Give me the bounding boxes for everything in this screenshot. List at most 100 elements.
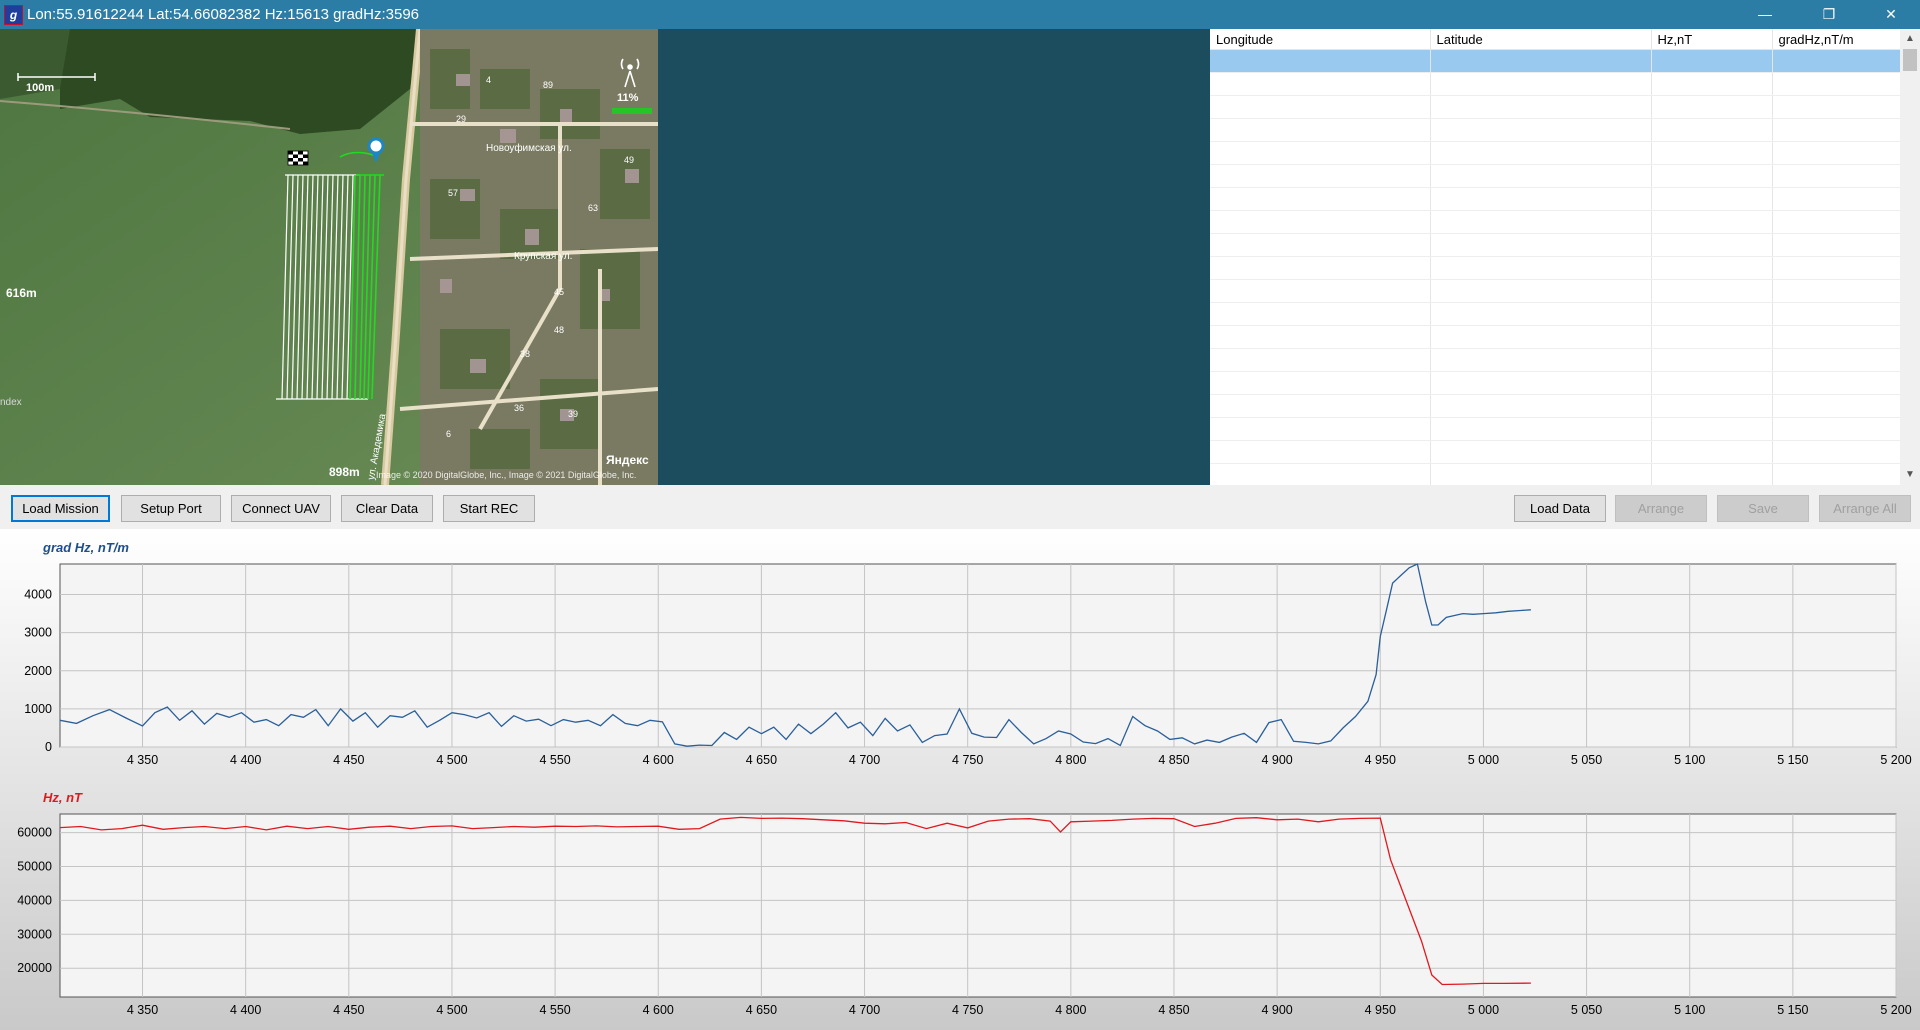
table-cell[interactable] <box>1772 95 1901 119</box>
table-cell[interactable] <box>1651 348 1773 372</box>
table-row[interactable] <box>1210 141 1901 165</box>
restore-icon[interactable]: ❐ <box>1806 0 1852 29</box>
grid-scrollbar[interactable]: ▲ ▼ <box>1900 29 1920 485</box>
close-icon[interactable]: ✕ <box>1868 0 1914 29</box>
gradhz-chart[interactable]: 4 350 4 400 4 450 4 500 4 550 4 600 4 650 4 700… <box>0 529 1920 779</box>
table-cell[interactable] <box>1651 302 1773 326</box>
table-cell[interactable] <box>1430 279 1652 303</box>
table-cell[interactable] <box>1210 256 1431 280</box>
table-row[interactable] <box>1210 118 1901 142</box>
table-row[interactable] <box>1210 394 1901 418</box>
table-cell[interactable] <box>1772 325 1901 349</box>
table-cell[interactable] <box>1210 394 1431 418</box>
table-cell[interactable] <box>1210 279 1431 303</box>
hz-chart[interactable]: 4 350 4 400 4 450 4 500 4 550 4 600 4 650 4 700… <box>0 779 1920 1030</box>
table-cell[interactable] <box>1430 302 1652 326</box>
table-cell[interactable] <box>1210 348 1431 372</box>
table-row[interactable] <box>1210 233 1901 257</box>
table-cell[interactable] <box>1430 417 1652 441</box>
grid-body[interactable] <box>1210 49 1901 485</box>
table-cell[interactable] <box>1210 463 1431 485</box>
table-cell[interactable] <box>1651 210 1773 234</box>
table-cell[interactable] <box>1651 233 1773 257</box>
table-row[interactable] <box>1210 256 1901 280</box>
table-cell[interactable] <box>1772 256 1901 280</box>
table-row[interactable] <box>1210 279 1901 303</box>
table-cell[interactable] <box>1651 394 1773 418</box>
table-cell[interactable] <box>1651 417 1773 441</box>
table-cell[interactable] <box>1430 440 1652 464</box>
table-cell[interactable] <box>1651 187 1773 211</box>
table-cell[interactable] <box>1210 187 1431 211</box>
arrange-button[interactable]: Arrange <box>1615 495 1707 522</box>
table-cell[interactable] <box>1210 233 1431 257</box>
table-cell[interactable] <box>1210 371 1431 395</box>
table-cell[interactable] <box>1772 118 1901 142</box>
table-cell[interactable] <box>1772 187 1901 211</box>
table-cell[interactable] <box>1772 371 1901 395</box>
setup-port-button[interactable]: Setup Port <box>121 495 221 522</box>
table-cell[interactable] <box>1651 118 1773 142</box>
table-cell[interactable] <box>1430 463 1652 485</box>
table-cell[interactable] <box>1772 463 1901 485</box>
table-cell[interactable] <box>1772 49 1901 73</box>
table-cell[interactable] <box>1651 463 1773 485</box>
table-cell[interactable] <box>1772 141 1901 165</box>
table-row[interactable] <box>1210 463 1901 485</box>
table-cell[interactable] <box>1651 440 1773 464</box>
table-cell[interactable] <box>1772 302 1901 326</box>
load-mission-button[interactable]: Load Mission <box>11 495 110 522</box>
table-row[interactable] <box>1210 210 1901 234</box>
table-cell[interactable] <box>1651 279 1773 303</box>
table-cell[interactable] <box>1772 72 1901 96</box>
table-cell[interactable] <box>1210 302 1431 326</box>
table-cell[interactable] <box>1210 440 1431 464</box>
table-row[interactable] <box>1210 417 1901 441</box>
data-grid[interactable]: Longitude Latitude Hz,nT gradHz,nT/m ▲ ▼ <box>1210 29 1920 485</box>
table-cell[interactable] <box>1772 394 1901 418</box>
table-row[interactable] <box>1210 348 1901 372</box>
table-cell[interactable] <box>1772 233 1901 257</box>
arrange-all-button[interactable]: Arrange All <box>1819 495 1911 522</box>
load-data-button[interactable]: Load Data <box>1514 495 1606 522</box>
table-cell[interactable] <box>1210 141 1431 165</box>
scroll-up-icon[interactable]: ▲ <box>1900 29 1920 49</box>
clear-data-button[interactable]: Clear Data <box>341 495 433 522</box>
table-row[interactable] <box>1210 371 1901 395</box>
table-cell[interactable] <box>1772 417 1901 441</box>
table-row[interactable] <box>1210 325 1901 349</box>
table-cell[interactable] <box>1651 49 1773 73</box>
table-cell[interactable] <box>1430 210 1652 234</box>
table-cell[interactable] <box>1210 210 1431 234</box>
table-cell[interactable] <box>1772 348 1901 372</box>
table-cell[interactable] <box>1651 256 1773 280</box>
table-cell[interactable] <box>1430 187 1652 211</box>
table-row[interactable] <box>1210 440 1901 464</box>
table-cell[interactable] <box>1210 325 1431 349</box>
table-cell[interactable] <box>1772 210 1901 234</box>
table-row[interactable] <box>1210 72 1901 96</box>
table-cell[interactable] <box>1651 141 1773 165</box>
minimize-icon[interactable]: — <box>1742 0 1788 29</box>
table-cell[interactable] <box>1210 49 1431 73</box>
scroll-thumb[interactable] <box>1903 49 1917 71</box>
table-row[interactable] <box>1210 187 1901 211</box>
table-cell[interactable] <box>1430 233 1652 257</box>
table-cell[interactable] <box>1651 72 1773 96</box>
table-row[interactable] <box>1210 49 1901 73</box>
table-cell[interactable] <box>1772 440 1901 464</box>
table-cell[interactable] <box>1210 95 1431 119</box>
column-header-latitude[interactable]: Latitude <box>1430 29 1652 50</box>
scroll-down-icon[interactable]: ▼ <box>1900 465 1920 485</box>
table-cell[interactable] <box>1651 164 1773 188</box>
table-cell[interactable] <box>1430 256 1652 280</box>
table-cell[interactable] <box>1430 49 1652 73</box>
table-cell[interactable] <box>1430 394 1652 418</box>
table-row[interactable] <box>1210 95 1901 119</box>
column-header-gradhz[interactable]: gradHz,nT/m <box>1772 29 1901 50</box>
table-cell[interactable] <box>1430 325 1652 349</box>
table-cell[interactable] <box>1210 118 1431 142</box>
column-header-longitude[interactable]: Longitude <box>1210 29 1431 50</box>
table-cell[interactable] <box>1430 95 1652 119</box>
save-button[interactable]: Save <box>1717 495 1809 522</box>
